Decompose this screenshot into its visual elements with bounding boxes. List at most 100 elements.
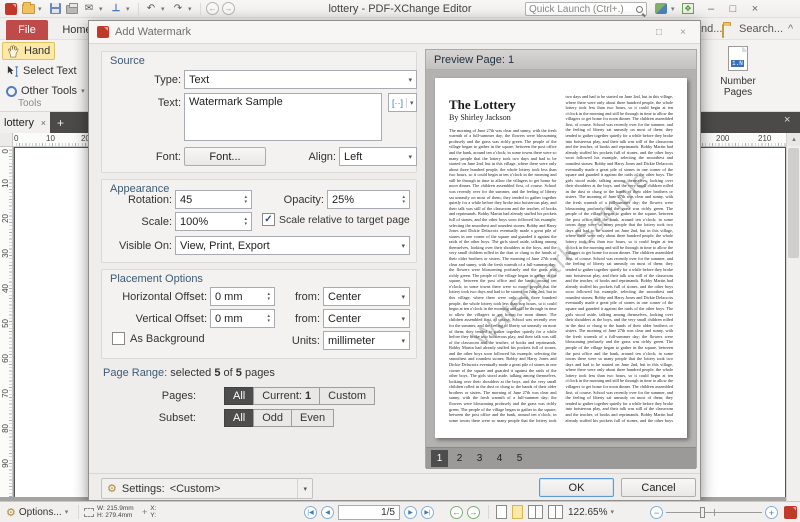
select-text-button[interactable]: Select Text bbox=[2, 62, 81, 80]
subset-all-button[interactable]: All bbox=[224, 409, 255, 427]
two-page-layout-icon[interactable] bbox=[528, 505, 543, 519]
document-tab-close-icon[interactable]: × bbox=[41, 118, 46, 128]
align-select[interactable]: Left ▾ bbox=[339, 147, 417, 166]
gear-icon: ⚙ bbox=[107, 483, 117, 495]
email-icon[interactable]: ✉ bbox=[82, 2, 96, 15]
scale-relative-checkbox[interactable]: ✓ bbox=[262, 213, 275, 226]
v-from-select[interactable]: Center ▾ bbox=[323, 309, 410, 328]
zoom-slider-handle[interactable] bbox=[700, 507, 705, 518]
last-page-button[interactable]: ▶| bbox=[421, 505, 434, 519]
undo-dropdown-icon[interactable]: ▾ bbox=[161, 5, 168, 13]
cancel-button[interactable]: Cancel bbox=[621, 478, 696, 497]
crosshair-icon: + bbox=[142, 507, 148, 517]
maximize-button[interactable]: □ bbox=[722, 2, 744, 16]
new-tab-button[interactable]: + bbox=[53, 115, 68, 130]
settings-button[interactable]: ⚙ Settings: <Custom> ▾ bbox=[101, 478, 313, 499]
h-from-select[interactable]: Center ▾ bbox=[323, 287, 410, 306]
fullscreen-icon[interactable]: ✥ bbox=[682, 3, 694, 14]
view-back-button[interactable]: ← bbox=[450, 505, 463, 519]
font-button[interactable]: Font... bbox=[184, 147, 266, 166]
zoom-in-button[interactable]: + bbox=[765, 506, 778, 519]
pages-current-button[interactable]: Current: 1 bbox=[253, 387, 321, 405]
open-file-icon[interactable] bbox=[21, 1, 35, 15]
ui-options-icon[interactable] bbox=[655, 3, 667, 14]
quick-launch-input[interactable]: Quick Launch (Ctrl+.) bbox=[525, 2, 647, 16]
search-label[interactable]: Search... bbox=[739, 23, 783, 35]
number-pages-icon[interactable]: 1.N bbox=[728, 46, 748, 71]
visible-on-select[interactable]: View, Print, Export ▾ bbox=[175, 236, 410, 255]
dialog-maximize-icon[interactable]: □ bbox=[650, 25, 668, 39]
single-page-layout-icon[interactable] bbox=[496, 505, 507, 519]
other-tools-button[interactable]: Other Tools ▾ bbox=[2, 82, 92, 100]
tabbar-close-icon[interactable]: × bbox=[784, 114, 790, 126]
opacity-spinner[interactable]: 25% bbox=[327, 190, 410, 209]
type-select[interactable]: Text ▾ bbox=[184, 70, 417, 89]
macro-button[interactable]: [··] ▾ bbox=[388, 93, 417, 112]
next-page-button[interactable]: ▶ bbox=[404, 505, 417, 519]
minimize-button[interactable]: – bbox=[700, 2, 722, 16]
history-forward-icon[interactable]: → bbox=[222, 2, 235, 15]
watermark-text-input[interactable]: Watermark Sample bbox=[184, 93, 382, 141]
chevron-down-icon: ▾ bbox=[408, 76, 412, 84]
open-dropdown-icon[interactable]: ▾ bbox=[38, 5, 45, 13]
subset-segmented-control: All Odd Even bbox=[224, 409, 335, 427]
pdf-icon bbox=[784, 505, 797, 519]
stamp-icon[interactable]: ⊥ bbox=[109, 2, 123, 15]
document-tab-lottery[interactable]: lottery × bbox=[0, 112, 50, 133]
preview-page-button-3[interactable]: 3 bbox=[471, 450, 488, 467]
document-tab-label: lottery bbox=[4, 116, 34, 129]
page-range-group: Page Range: selected 5 of 5 pages Pages:… bbox=[101, 365, 417, 435]
hand-tool-button[interactable]: Hand bbox=[2, 42, 56, 60]
preview-page-button-1[interactable]: 1 bbox=[431, 450, 448, 467]
chevron-down-icon: ▾ bbox=[401, 337, 405, 345]
continuous-layout-icon[interactable] bbox=[512, 505, 523, 519]
as-background-checkbox[interactable] bbox=[112, 332, 125, 345]
subset-odd-button[interactable]: Odd bbox=[253, 409, 293, 427]
find-label-partial[interactable]: nd... bbox=[701, 23, 722, 35]
email-dropdown-icon[interactable]: ▾ bbox=[99, 5, 106, 13]
page-layout-controls bbox=[496, 502, 563, 522]
rotation-spinner[interactable]: 45 bbox=[175, 190, 252, 209]
pdf-compatibility-indicator[interactable] bbox=[784, 502, 797, 522]
status-bar: ⚙ Options... ▾ W: 215.9mm H: 279.4mm + X:… bbox=[0, 501, 800, 522]
pages-custom-button[interactable]: Custom bbox=[319, 387, 376, 405]
scrollbar-thumb[interactable] bbox=[788, 148, 799, 258]
save-icon[interactable] bbox=[48, 2, 62, 15]
ui-options-dropdown-icon[interactable]: ▾ bbox=[671, 5, 678, 13]
preview-page-button-2[interactable]: 2 bbox=[451, 450, 468, 467]
zoom-out-button[interactable]: − bbox=[650, 506, 663, 519]
tab-file[interactable]: File bbox=[6, 20, 48, 40]
pages-all-button[interactable]: All bbox=[224, 387, 255, 405]
two-page-continuous-layout-icon[interactable] bbox=[548, 505, 563, 519]
scroll-up-icon[interactable]: ▲ bbox=[787, 133, 800, 146]
v-offset-spinner[interactable]: 0 mm bbox=[210, 309, 275, 328]
scale-spinner[interactable]: 100% bbox=[175, 212, 252, 231]
h-offset-spinner[interactable]: 0 mm bbox=[210, 287, 275, 306]
vertical-scrollbar[interactable]: ▲ bbox=[786, 133, 800, 501]
preview-page-button-5[interactable]: 5 bbox=[511, 450, 528, 467]
stamp-dropdown-icon[interactable]: ▾ bbox=[126, 5, 133, 13]
zoom-slider-track[interactable] bbox=[666, 507, 762, 518]
number-pages-label[interactable]: Number Pages bbox=[708, 76, 768, 98]
dialog-close-icon[interactable]: × bbox=[674, 25, 692, 39]
dialog-icon bbox=[97, 26, 109, 38]
first-page-button[interactable]: |◀ bbox=[304, 505, 317, 519]
opacity-label: Opacity: bbox=[283, 194, 324, 206]
ribbon-collapse-icon[interactable]: ^ bbox=[788, 23, 793, 35]
history-back-icon[interactable]: ← bbox=[206, 2, 219, 15]
redo-icon[interactable]: ↷ bbox=[171, 2, 185, 15]
preview-page-button-4[interactable]: 4 bbox=[491, 450, 508, 467]
ok-button[interactable]: OK bbox=[539, 478, 614, 497]
redo-dropdown-icon[interactable]: ▾ bbox=[188, 5, 195, 13]
options-button[interactable]: ⚙ Options... ▾ bbox=[6, 502, 72, 522]
undo-icon[interactable]: ↶ bbox=[144, 2, 158, 15]
subset-even-button[interactable]: Even bbox=[291, 409, 335, 427]
close-button[interactable]: × bbox=[744, 2, 766, 16]
zoom-level-control[interactable]: 122.65% ▾ bbox=[568, 502, 617, 522]
view-forward-button[interactable]: → bbox=[467, 505, 480, 519]
other-tools-dropdown-icon: ▾ bbox=[81, 88, 85, 95]
units-select[interactable]: millimeter ▾ bbox=[323, 331, 410, 350]
previous-page-button[interactable]: ◀ bbox=[321, 505, 334, 519]
print-icon[interactable] bbox=[65, 2, 79, 15]
page-indicator-input[interactable]: 1/5 bbox=[338, 504, 400, 520]
